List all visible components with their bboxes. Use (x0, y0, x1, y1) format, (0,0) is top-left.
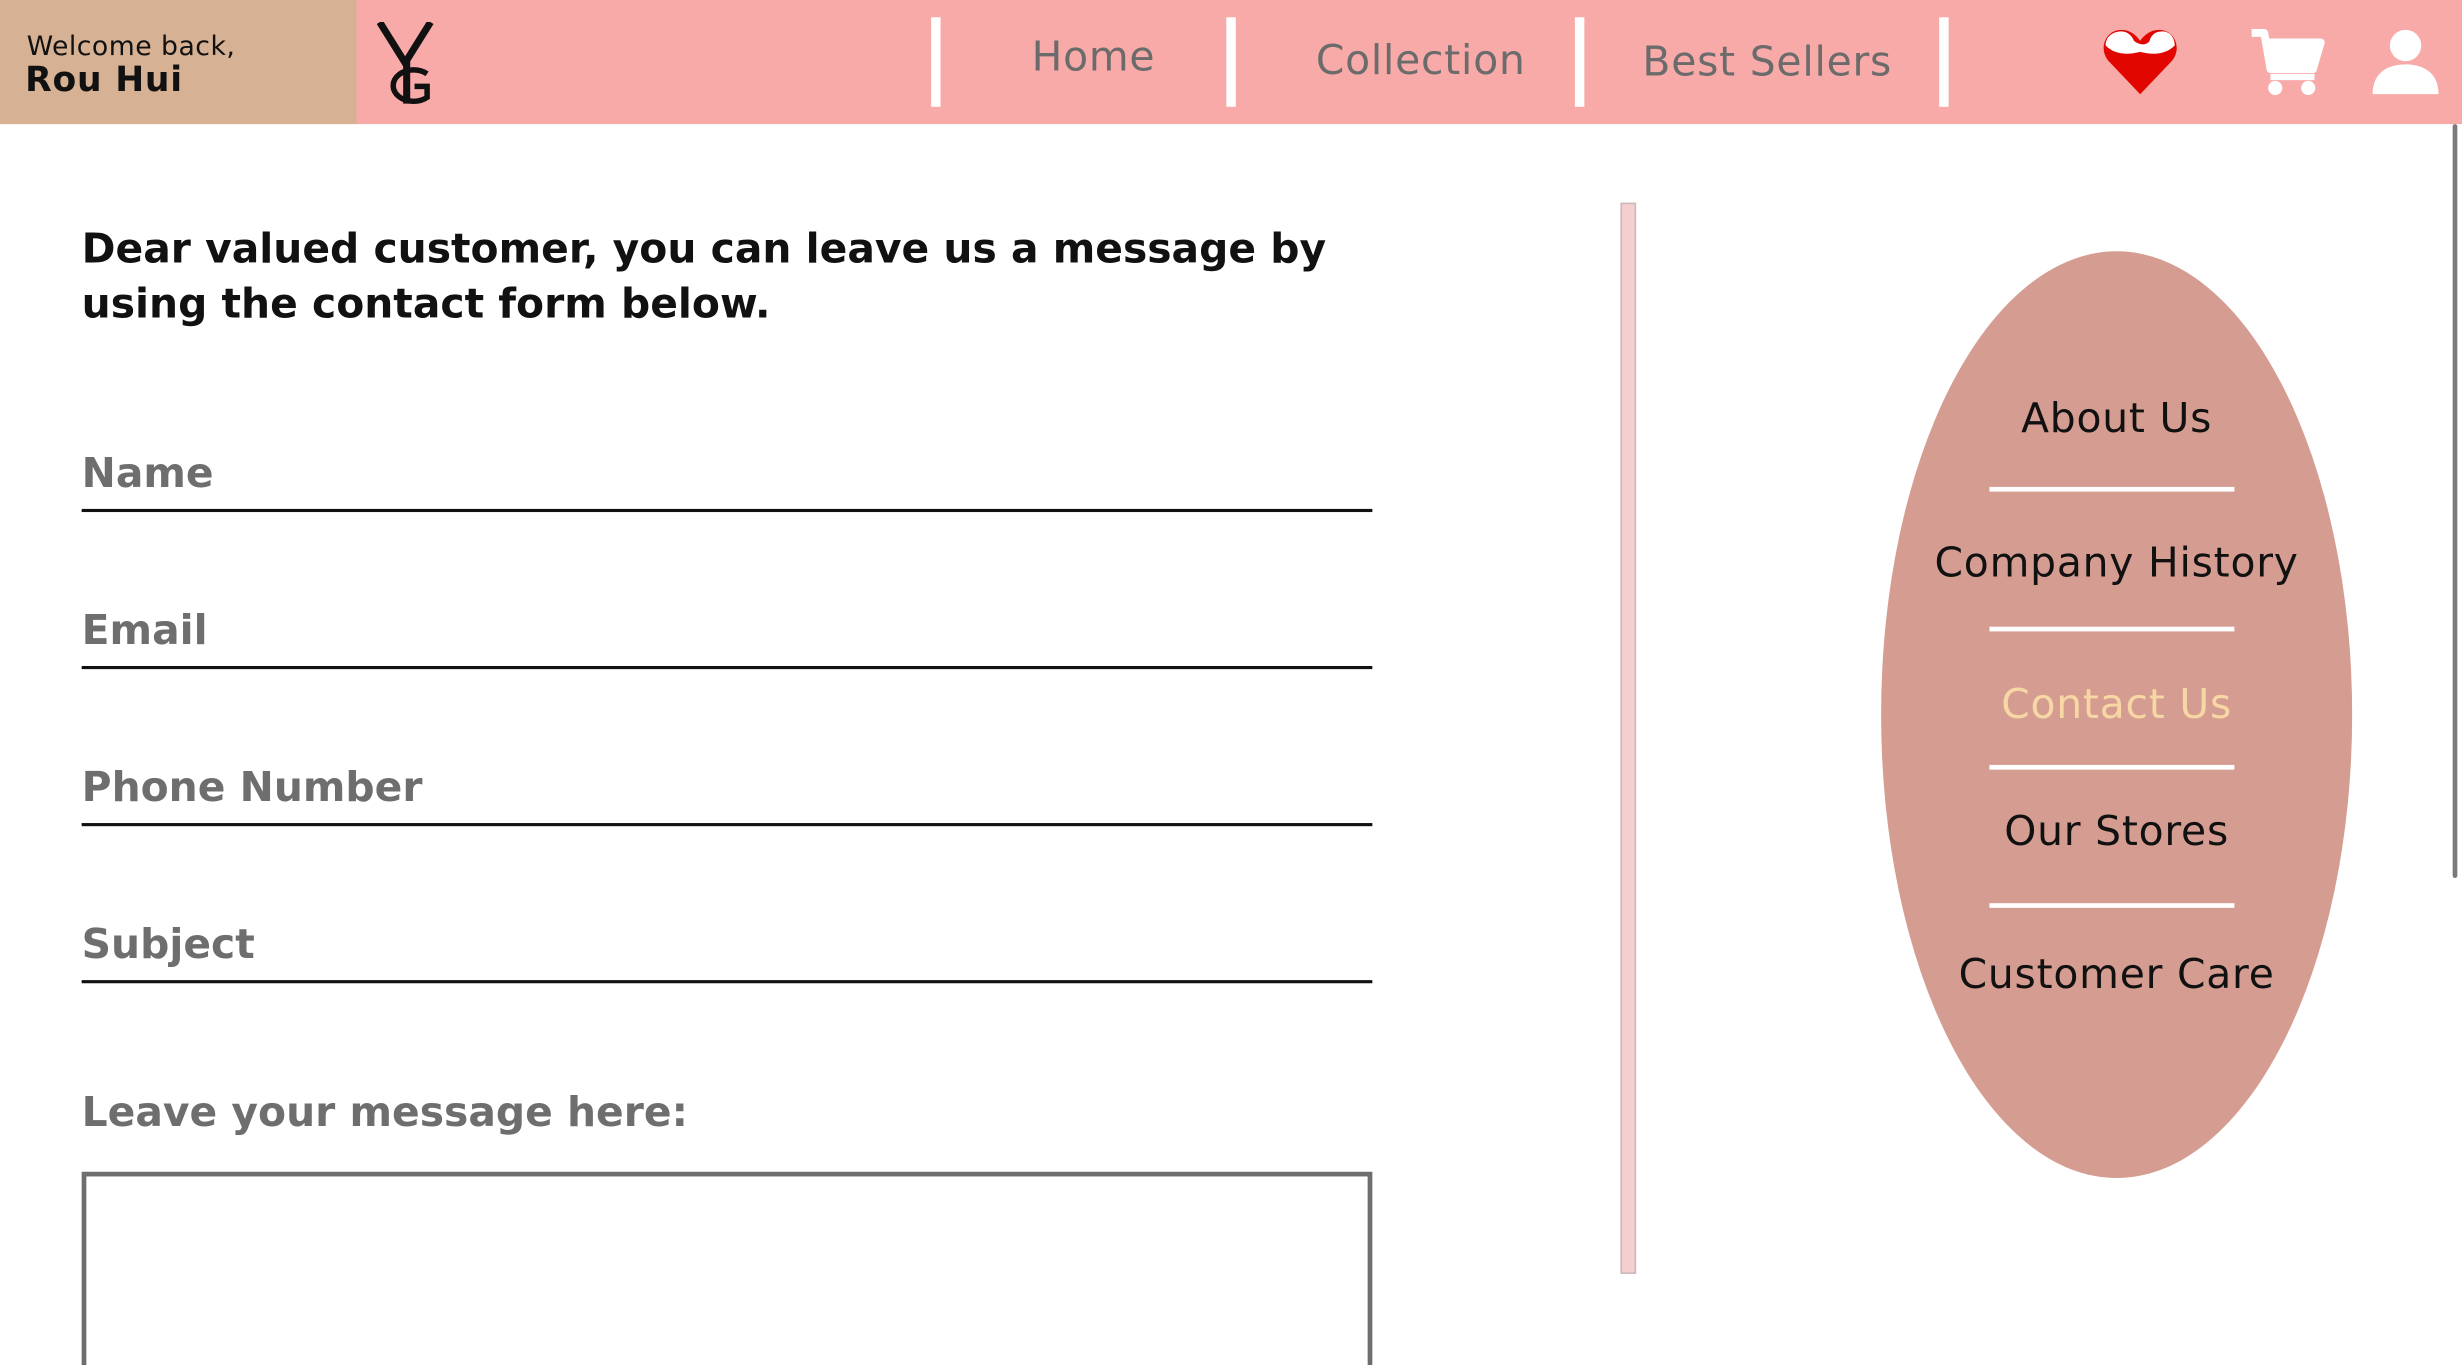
nav-divider (931, 17, 941, 107)
intro-text: Dear valued customer, you can leave us a… (81, 226, 1327, 329)
menu-divider (1989, 764, 2235, 770)
contact-page: Welcome back, Rou Hui Home Collection Be… (0, 0, 2462, 1365)
vertical-divider (1620, 202, 1637, 1274)
user-icon[interactable] (2369, 28, 2441, 95)
menu-company-history[interactable]: Company History (1881, 540, 2352, 587)
page-scrollbar[interactable] (2452, 124, 2458, 879)
menu-about-us[interactable]: About Us (1881, 396, 2352, 443)
phone-field[interactable] (81, 753, 1373, 827)
menu-divider (1989, 626, 2235, 632)
nav-home[interactable]: Home (1032, 35, 1156, 82)
side-menu: About Us Company History Contact Us Our … (1881, 251, 2353, 1179)
subject-field[interactable] (81, 911, 1373, 984)
nav-divider (1226, 17, 1236, 107)
brand-logo-icon[interactable] (376, 21, 443, 107)
welcome-text: Welcome back, (26, 31, 236, 63)
menu-contact-us[interactable]: Contact Us (1881, 682, 2352, 729)
message-label: Leave your message here: (81, 1090, 688, 1138)
menu-divider (1989, 903, 2235, 908)
top-navigation-bar: Welcome back, Rou Hui Home Collection Be… (0, 0, 2462, 125)
welcome-panel: Welcome back, Rou Hui (0, 0, 357, 125)
user-name: Rou Hui (25, 61, 183, 101)
menu-our-stores[interactable]: Our Stores (1881, 809, 2352, 856)
menu-divider (1989, 486, 2235, 492)
nav-collection[interactable]: Collection (1316, 38, 1526, 85)
cart-icon[interactable] (2250, 28, 2325, 97)
email-field[interactable] (81, 596, 1373, 670)
menu-customer-care[interactable]: Customer Care (1881, 952, 2352, 999)
message-textarea[interactable] (81, 1171, 1373, 1365)
nav-best-sellers[interactable]: Best Sellers (1642, 39, 1892, 86)
nav-divider (1939, 17, 1949, 107)
nav-divider (1574, 17, 1585, 107)
heart-icon[interactable] (2102, 27, 2177, 96)
name-field[interactable] (81, 439, 1373, 513)
